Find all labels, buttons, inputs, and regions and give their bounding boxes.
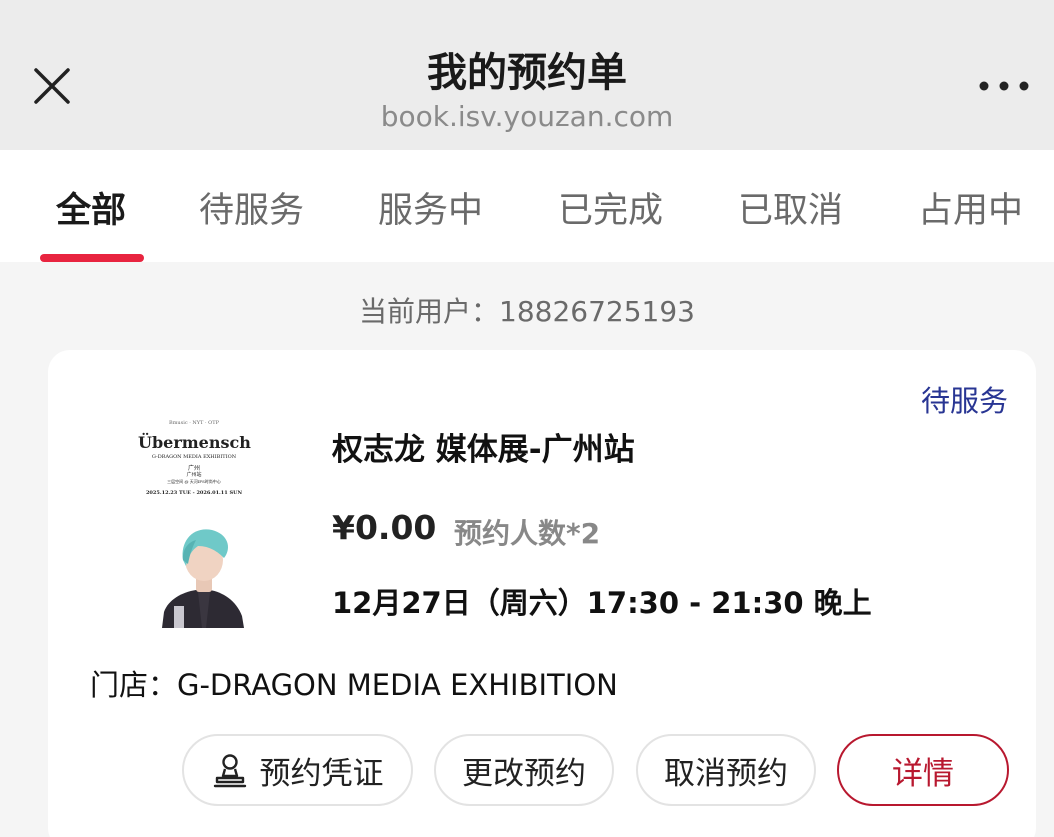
voucher-button[interactable]: 预约凭证 <box>182 734 413 806</box>
tab-completed[interactable]: 已完成 <box>558 182 663 233</box>
poster-sponsors: Bmusic · NYT · OTP <box>169 420 219 426</box>
event-poster: Bmusic · NYT · OTP Übermensch G-DRAGON M… <box>138 416 251 628</box>
active-tab-indicator <box>40 254 144 262</box>
change-booking-button[interactable]: 更改预约 <box>434 734 614 806</box>
event-title: 权志龙 媒体展-广州站 <box>332 432 635 468</box>
title-bar: 我的预约单 book.isv.youzan.com <box>0 0 1054 150</box>
cancel-booking-button[interactable]: 取消预约 <box>636 734 816 806</box>
page-url: book.isv.youzan.com <box>380 100 674 133</box>
artist-portrait-image <box>162 529 244 628</box>
tab-all[interactable]: 全部 <box>56 182 126 233</box>
poster-venue-1: 广州站 <box>186 472 202 478</box>
people-count: 预约人数*2 <box>454 517 601 550</box>
poster-subtitle: G-DRAGON MEDIA EXHIBITION <box>151 454 237 460</box>
more-icon[interactable] <box>976 70 1032 102</box>
poster-title: Übermensch <box>138 433 251 452</box>
tab-pending[interactable]: 待服务 <box>199 182 304 233</box>
voucher-label: 预约凭证 <box>259 755 384 792</box>
tab-occupied[interactable]: 占用中 <box>918 182 1023 233</box>
booking-datetime: 12月27日（周六）17:30 - 21:30 晚上 <box>332 586 872 620</box>
status-tabs: 全部 待服务 服务中 已完成 已取消 占用中 <box>0 150 1054 262</box>
current-user: 当前用户：18826725193 <box>359 295 695 328</box>
page-title: 我的预约单 <box>427 50 627 96</box>
store-name: 门店：G-DRAGON MEDIA EXHIBITION <box>90 668 618 702</box>
event-price: ¥0.00 <box>332 508 437 547</box>
details-button[interactable]: 详情 <box>837 734 1009 806</box>
status-badge: 待服务 <box>920 384 1008 418</box>
tab-in-service[interactable]: 服务中 <box>378 182 483 233</box>
booking-card: 待服务 Bmusic · NYT · OTP Übermensch G-DRAG… <box>48 350 1036 837</box>
poster-venue-2: 三层空间 @ 天河IFS时尚中心 <box>167 479 221 484</box>
poster-dates: 2025.12.23 TUE - 2026.01.11 SUN <box>145 490 243 496</box>
user-stamp-icon <box>213 754 246 788</box>
tab-cancelled[interactable]: 已取消 <box>738 182 843 233</box>
